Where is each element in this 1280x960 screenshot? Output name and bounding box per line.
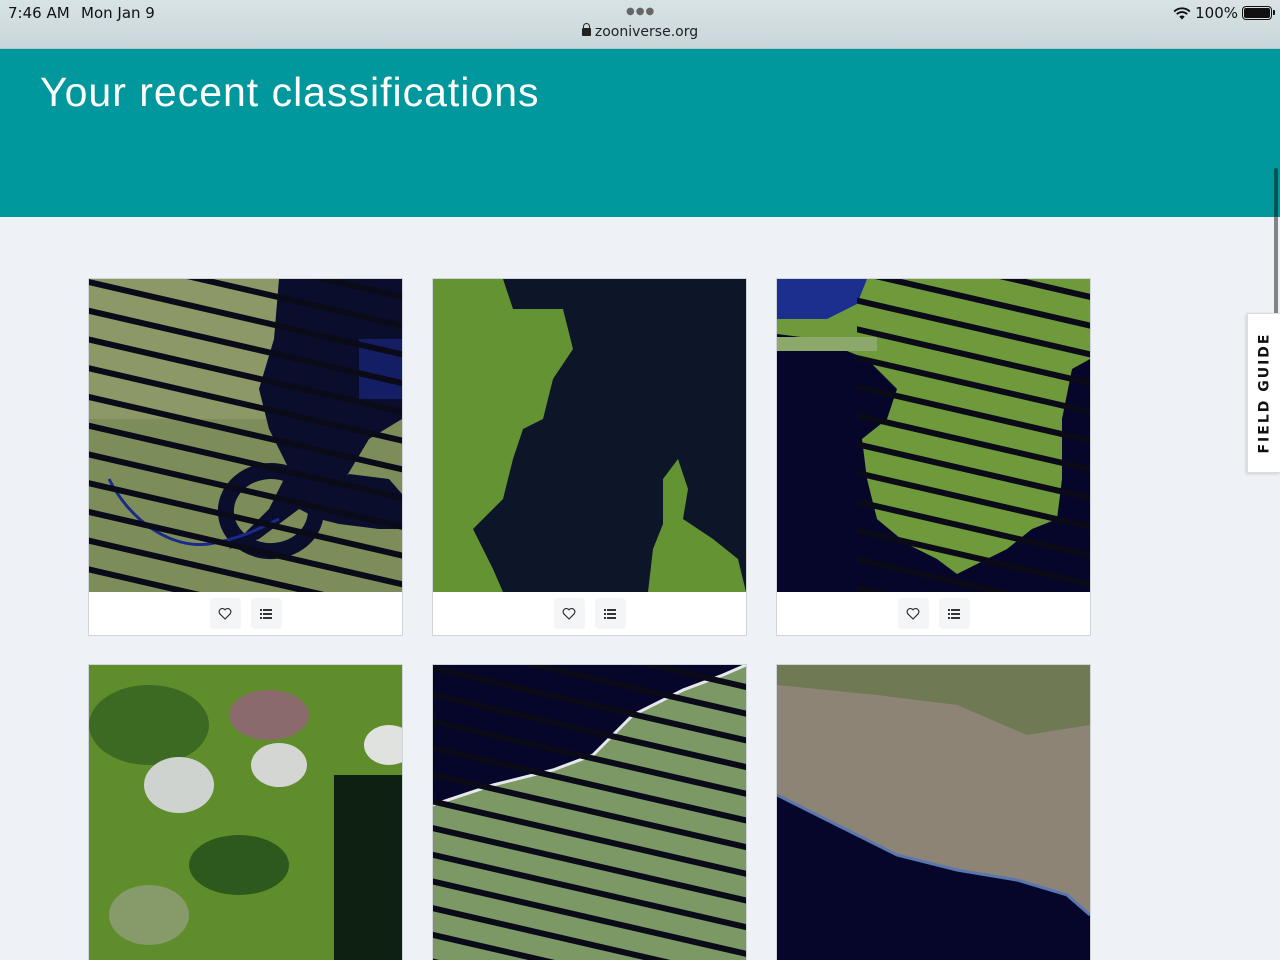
classification-card [432, 278, 747, 636]
heart-icon [218, 607, 232, 620]
address-url: zooniverse.org [594, 24, 699, 40]
classification-card [776, 664, 1091, 960]
ios-status-bar: 7:46 AM Mon Jan 9 ●●● zooniverse.org 100… [0, 0, 1280, 49]
multitasking-dots-icon[interactable]: ●●● [626, 6, 655, 17]
status-time: 7:46 AM [8, 4, 70, 22]
subject-thumbnail[interactable] [433, 665, 746, 960]
list-icon [948, 608, 960, 619]
classification-card [88, 278, 403, 636]
classification-card [776, 278, 1091, 636]
favorite-button[interactable] [553, 598, 585, 629]
address-bar[interactable]: zooniverse.org [0, 23, 1280, 40]
add-to-collection-button[interactable] [594, 598, 626, 629]
card-actions [777, 592, 1090, 635]
heart-icon [906, 607, 920, 620]
subject-thumbnail[interactable] [777, 279, 1090, 592]
wifi-icon [1173, 6, 1191, 19]
field-guide-label: FIELD GUIDE [1256, 332, 1273, 454]
list-icon [260, 608, 272, 619]
favorite-button[interactable] [897, 598, 929, 629]
status-right: 100% [1173, 4, 1275, 22]
heart-icon [562, 607, 576, 620]
add-to-collection-button[interactable] [938, 598, 970, 629]
list-icon [604, 608, 616, 619]
battery-icon [1242, 6, 1275, 20]
card-actions [89, 592, 402, 635]
field-guide-tab[interactable]: FIELD GUIDE [1247, 313, 1280, 473]
page-header: Your recent classifications [0, 49, 1280, 217]
card-actions [433, 592, 746, 635]
subject-thumbnail[interactable] [777, 665, 1090, 960]
classification-card [432, 664, 747, 960]
page-title: Your recent classifications [40, 69, 540, 115]
battery-percent: 100% [1195, 4, 1238, 22]
subject-thumbnail[interactable] [89, 665, 402, 960]
status-date: Mon Jan 9 [81, 4, 155, 22]
subject-thumbnail[interactable] [89, 279, 402, 592]
lock-icon [581, 23, 591, 36]
add-to-collection-button[interactable] [250, 598, 282, 629]
subject-thumbnail[interactable] [433, 279, 746, 592]
classification-card [88, 664, 403, 960]
favorite-button[interactable] [209, 598, 241, 629]
